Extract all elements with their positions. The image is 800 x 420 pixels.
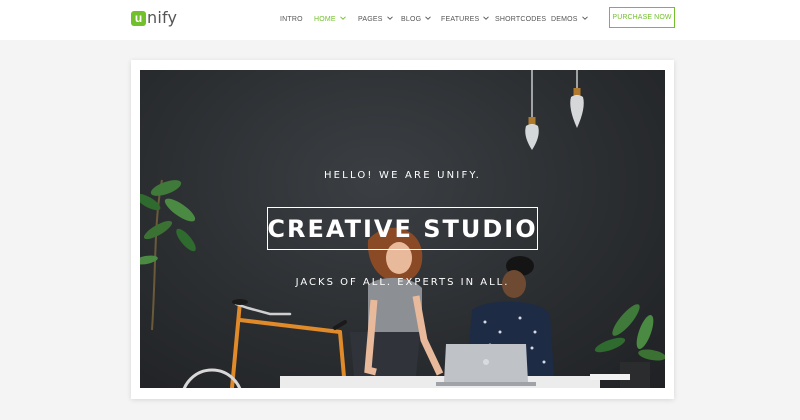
chevron-down-icon xyxy=(425,15,432,21)
hero-title: CREATIVE STUDIO xyxy=(267,214,538,243)
person-woman xyxy=(350,227,444,376)
laptop xyxy=(436,344,536,386)
purchase-now-button[interactable]: PURCHASE NOW xyxy=(609,7,675,28)
nav-item-home[interactable]: HOME xyxy=(314,13,346,25)
nav-item-intro[interactable]: INTRO xyxy=(280,13,303,25)
nav-item-label: HOME xyxy=(314,15,336,23)
bicycle xyxy=(182,299,347,388)
pendant-lamp-icon xyxy=(525,70,584,150)
site-logo[interactable]: u nify xyxy=(131,8,177,28)
chevron-down-icon xyxy=(483,15,490,21)
nav-item-label: FEATURES xyxy=(441,15,480,23)
chevron-down-icon xyxy=(340,15,346,21)
chevron-down-icon xyxy=(581,15,588,21)
nav-item-label: PAGES xyxy=(358,15,383,23)
nav-item-features[interactable]: FEATURES xyxy=(441,13,490,25)
chevron-down-icon xyxy=(386,15,393,21)
logo-text: nify xyxy=(147,8,178,27)
nav-item-blog[interactable]: BLOG xyxy=(401,13,432,25)
nav-item-label: SHORTCODES xyxy=(495,15,547,23)
nav-item-demos[interactable]: DEMOS xyxy=(551,13,588,25)
nav-item-label: BLOG xyxy=(401,15,422,23)
hero-title-box: CREATIVE STUDIO xyxy=(267,207,538,250)
logo-mark: u xyxy=(131,10,146,26)
nav-item-shortcodes[interactable]: SHORTCODES xyxy=(495,13,546,25)
nav-item-label: DEMOS xyxy=(551,15,578,23)
plant-left xyxy=(140,179,196,331)
hero-eyebrow: HELLO! WE ARE UNIFY. xyxy=(323,170,482,181)
nav-item-label: INTRO xyxy=(280,15,303,23)
hero-tagline: JACKS OF ALL. EXPERTS IN ALL. xyxy=(295,277,510,288)
hero-banner: HELLO! WE ARE UNIFY. CREATIVE STUDIO JAC… xyxy=(140,70,665,388)
nav-item-pages[interactable]: PAGES xyxy=(358,13,393,25)
site-header: u nify INTRO HOME PAGES BLOG FEATURES SH… xyxy=(0,0,800,40)
